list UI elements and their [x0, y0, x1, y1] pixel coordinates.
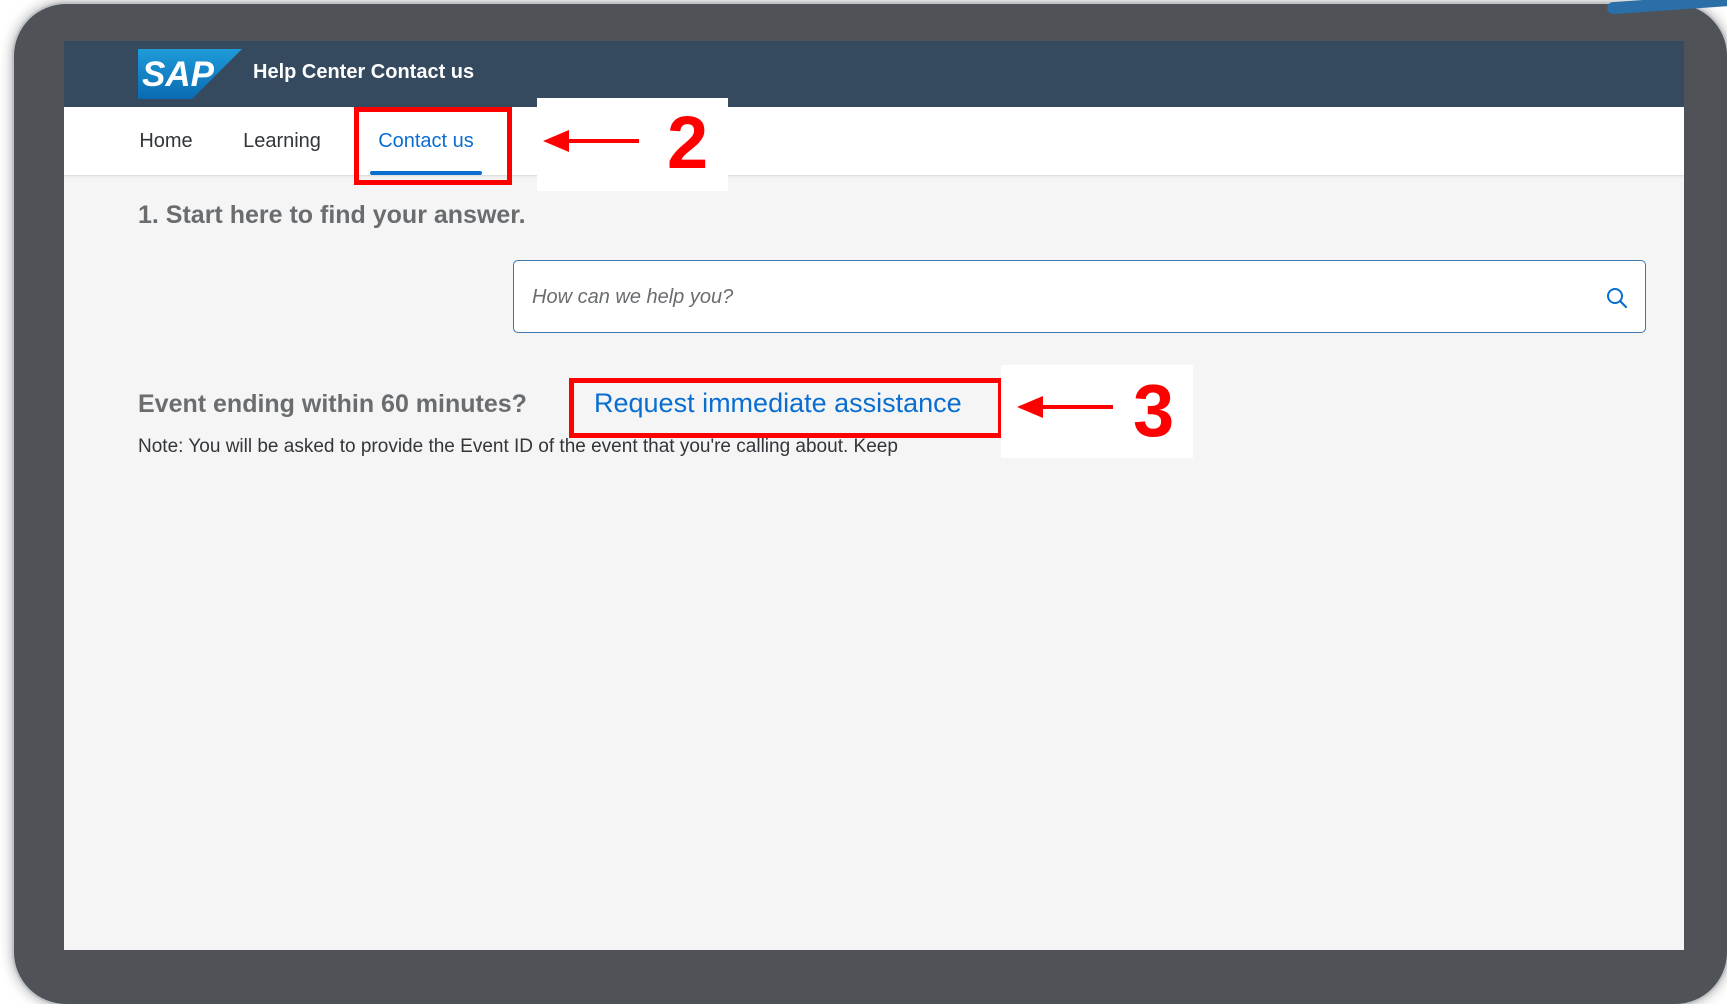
callout-2: 2: [537, 98, 728, 191]
annotation-number-3: 3: [1133, 369, 1175, 452]
arrow-left-icon: [1017, 396, 1113, 418]
sap-logo-text: SAP: [142, 55, 215, 94]
shell-bar: SAP Help Center Contact us: [64, 41, 1684, 107]
tab-home[interactable]: Home: [134, 107, 198, 175]
frame-accent: [1606, 0, 1727, 15]
search-box: [513, 260, 1646, 334]
highlight-box-contact-us: [354, 107, 512, 185]
callout-3: 3: [1001, 365, 1193, 458]
sap-logo[interactable]: SAP: [138, 49, 242, 99]
app-title: Help Center Contact us: [253, 61, 475, 83]
arrow-left-icon: [543, 130, 639, 152]
note-text: Note: You will be asked to provide the E…: [138, 436, 898, 457]
tab-bar: Home Learning Contact us: [64, 107, 1684, 176]
app-screen: SAP Help Center Contact us Home Learning…: [64, 41, 1684, 950]
event-question: Event ending within 60 minutes?: [138, 390, 527, 418]
search-input[interactable]: [530, 261, 1594, 334]
annotation-number-2: 2: [667, 101, 709, 184]
search-icon[interactable]: [1605, 286, 1629, 310]
tab-learning[interactable]: Learning: [240, 107, 324, 175]
page-heading: 1. Start here to find your answer.: [138, 201, 526, 229]
highlight-box-assistance: [569, 378, 1003, 438]
